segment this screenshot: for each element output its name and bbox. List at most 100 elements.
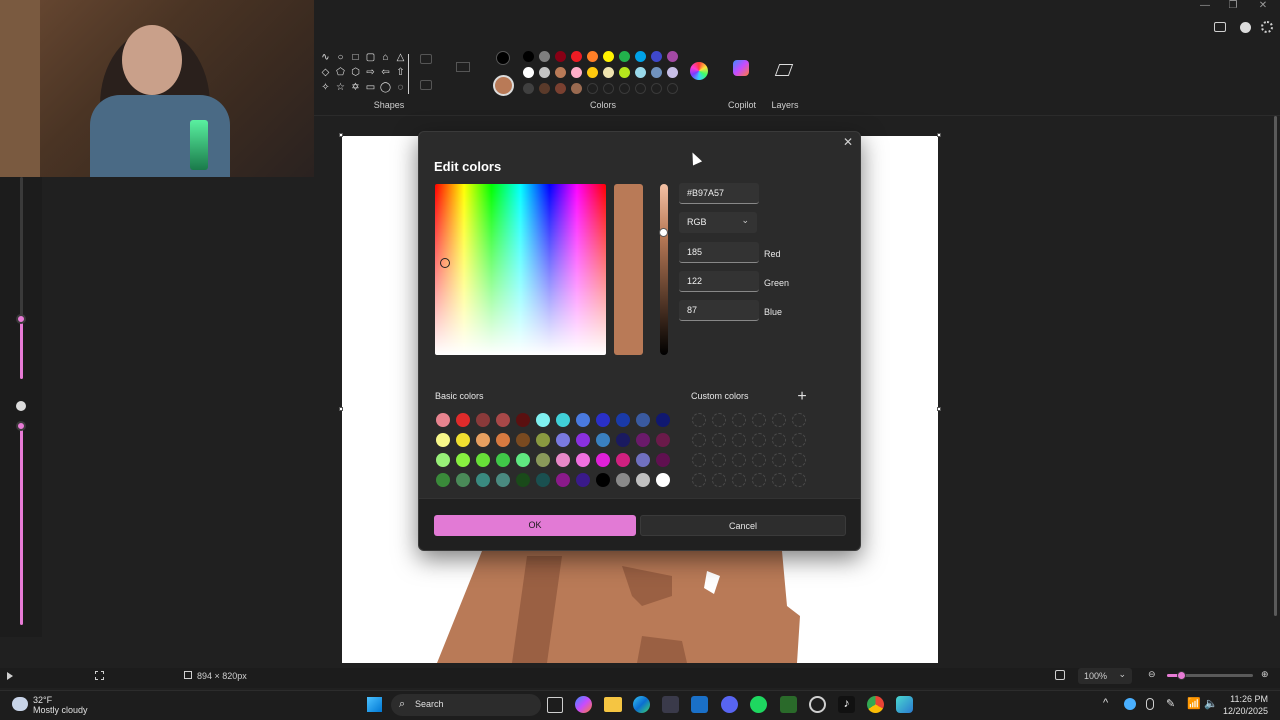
basic-color-swatch[interactable] <box>576 433 590 447</box>
basic-color-swatch[interactable] <box>456 413 470 427</box>
basic-color-swatch[interactable] <box>436 433 450 447</box>
star6-shape-icon[interactable]: ✡ <box>348 80 363 95</box>
basic-color-swatch[interactable] <box>496 433 510 447</box>
custom-color-slot[interactable] <box>712 413 726 427</box>
basic-color-swatch[interactable] <box>576 453 590 467</box>
custom-color-slot[interactable] <box>792 433 806 447</box>
custom-color-slot[interactable] <box>712 433 726 447</box>
share-icon[interactable] <box>1214 22 1226 32</box>
palette-color-swatch[interactable] <box>603 51 614 62</box>
zoom-slider-thumb[interactable] <box>1177 671 1186 680</box>
spotify-icon[interactable] <box>750 696 767 713</box>
arrow-right-shape-icon[interactable]: ⇨ <box>363 65 378 80</box>
basic-color-swatch[interactable] <box>476 473 490 487</box>
basic-color-swatch[interactable] <box>616 473 630 487</box>
basic-color-swatch[interactable] <box>456 473 470 487</box>
palette-color-swatch[interactable] <box>539 51 550 62</box>
palette-color-swatch[interactable] <box>619 67 630 78</box>
palette-color-swatch[interactable] <box>603 67 614 78</box>
custom-color-slot[interactable] <box>752 413 766 427</box>
palette-color-swatch[interactable] <box>635 51 646 62</box>
custom-color-slot[interactable] <box>792 413 806 427</box>
minimize-button[interactable]: — <box>1190 0 1220 14</box>
vertical-scrollbar[interactable] <box>1272 116 1280 616</box>
diamond-shape-icon[interactable]: ◇ <box>318 65 333 80</box>
blue-input[interactable]: 87 <box>679 300 759 321</box>
palette-color-swatch[interactable] <box>523 83 534 94</box>
palette-color-swatch[interactable] <box>651 83 662 94</box>
palette-color-swatch[interactable] <box>587 83 598 94</box>
search-box[interactable]: ⌕ Search <box>391 694 541 716</box>
edge-icon[interactable] <box>633 696 650 713</box>
custom-color-slot[interactable] <box>772 413 786 427</box>
store-icon[interactable] <box>662 696 679 713</box>
fit-to-window-icon[interactable] <box>1055 670 1065 680</box>
callout-cloud-shape-icon[interactable]: ◌ <box>393 80 408 95</box>
basic-color-swatch[interactable] <box>656 433 670 447</box>
custom-color-slot[interactable] <box>792 453 806 467</box>
layers-icon[interactable] <box>774 64 794 76</box>
basic-color-swatch[interactable] <box>576 473 590 487</box>
file-explorer-icon[interactable] <box>604 697 622 712</box>
palette-color-swatch[interactable] <box>571 67 582 78</box>
zoom-slider-track[interactable] <box>1167 671 1253 680</box>
primary-color-swatch[interactable] <box>496 51 510 65</box>
task-view-icon[interactable] <box>547 697 563 713</box>
clock-time[interactable]: 11:26 PM <box>1226 694 1268 704</box>
palette-color-swatch[interactable] <box>523 51 534 62</box>
basic-color-swatch[interactable] <box>536 433 550 447</box>
opacity-slider-thumb[interactable] <box>16 421 26 431</box>
callout-rect-shape-icon[interactable]: ▭ <box>363 80 378 95</box>
basic-color-swatch[interactable] <box>656 473 670 487</box>
add-custom-color-button[interactable]: + <box>795 389 809 405</box>
basic-color-swatch[interactable] <box>556 453 570 467</box>
basic-color-swatch[interactable] <box>436 453 450 467</box>
wifi-icon[interactable]: 📶 <box>1187 697 1201 710</box>
zoom-dropdown[interactable]: 100% ⌄ <box>1078 668 1132 684</box>
basic-color-swatch[interactable] <box>436 473 450 487</box>
secondary-color-swatch[interactable] <box>493 75 514 96</box>
polygon-shape-icon[interactable]: ⌂ <box>378 50 393 65</box>
arrow-left-shape-icon[interactable]: ⇦ <box>378 65 393 80</box>
callout-oval-shape-icon[interactable]: ◯ <box>378 80 393 95</box>
oval-shape-icon[interactable]: ○ <box>333 50 348 65</box>
outlook-icon[interactable] <box>691 696 708 713</box>
ok-button[interactable]: OK <box>434 515 636 536</box>
start-icon[interactable] <box>367 697 382 712</box>
show-hidden-icons-chevron[interactable]: ^ <box>1103 697 1108 709</box>
palette-color-swatch[interactable] <box>619 51 630 62</box>
canvas-resize-handle[interactable] <box>937 407 941 411</box>
palette-color-swatch[interactable] <box>587 67 598 78</box>
custom-color-slot[interactable] <box>732 453 746 467</box>
basic-color-swatch[interactable] <box>456 433 470 447</box>
canvas-resize-handle[interactable] <box>339 407 343 411</box>
basic-color-swatch[interactable] <box>636 473 650 487</box>
palette-color-swatch[interactable] <box>651 67 662 78</box>
rounded-rect-shape-icon[interactable]: ▢ <box>363 50 378 65</box>
red-input[interactable]: 185 <box>679 242 759 263</box>
custom-color-slot[interactable] <box>712 473 726 487</box>
copilot-icon[interactable] <box>733 60 749 76</box>
luminance-slider-thumb[interactable] <box>659 228 668 237</box>
basic-color-swatch[interactable] <box>556 413 570 427</box>
palette-color-swatch[interactable] <box>571 83 582 94</box>
obs-icon[interactable] <box>809 696 826 713</box>
triangle-shape-icon[interactable]: △ <box>393 50 408 65</box>
basic-color-swatch[interactable] <box>516 453 530 467</box>
basic-color-swatch[interactable] <box>536 473 550 487</box>
zoom-in-icon[interactable]: ⊕ <box>1261 669 1269 680</box>
basic-color-swatch[interactable] <box>496 473 510 487</box>
rectangle-shape-icon[interactable]: □ <box>348 50 363 65</box>
palette-color-swatch[interactable] <box>619 83 630 94</box>
weather-icon[interactable] <box>12 697 28 711</box>
basic-color-swatch[interactable] <box>596 433 610 447</box>
green-input[interactable]: 122 <box>679 271 759 292</box>
basic-color-swatch[interactable] <box>556 433 570 447</box>
palette-color-swatch[interactable] <box>635 83 646 94</box>
basic-color-swatch[interactable] <box>516 473 530 487</box>
custom-color-slot[interactable] <box>692 473 706 487</box>
palette-color-swatch[interactable] <box>539 67 550 78</box>
settings-gear-icon[interactable] <box>1261 21 1273 33</box>
canvas-resize-handle[interactable] <box>937 133 941 137</box>
close-window-button[interactable]: ✕ <box>1248 0 1278 14</box>
